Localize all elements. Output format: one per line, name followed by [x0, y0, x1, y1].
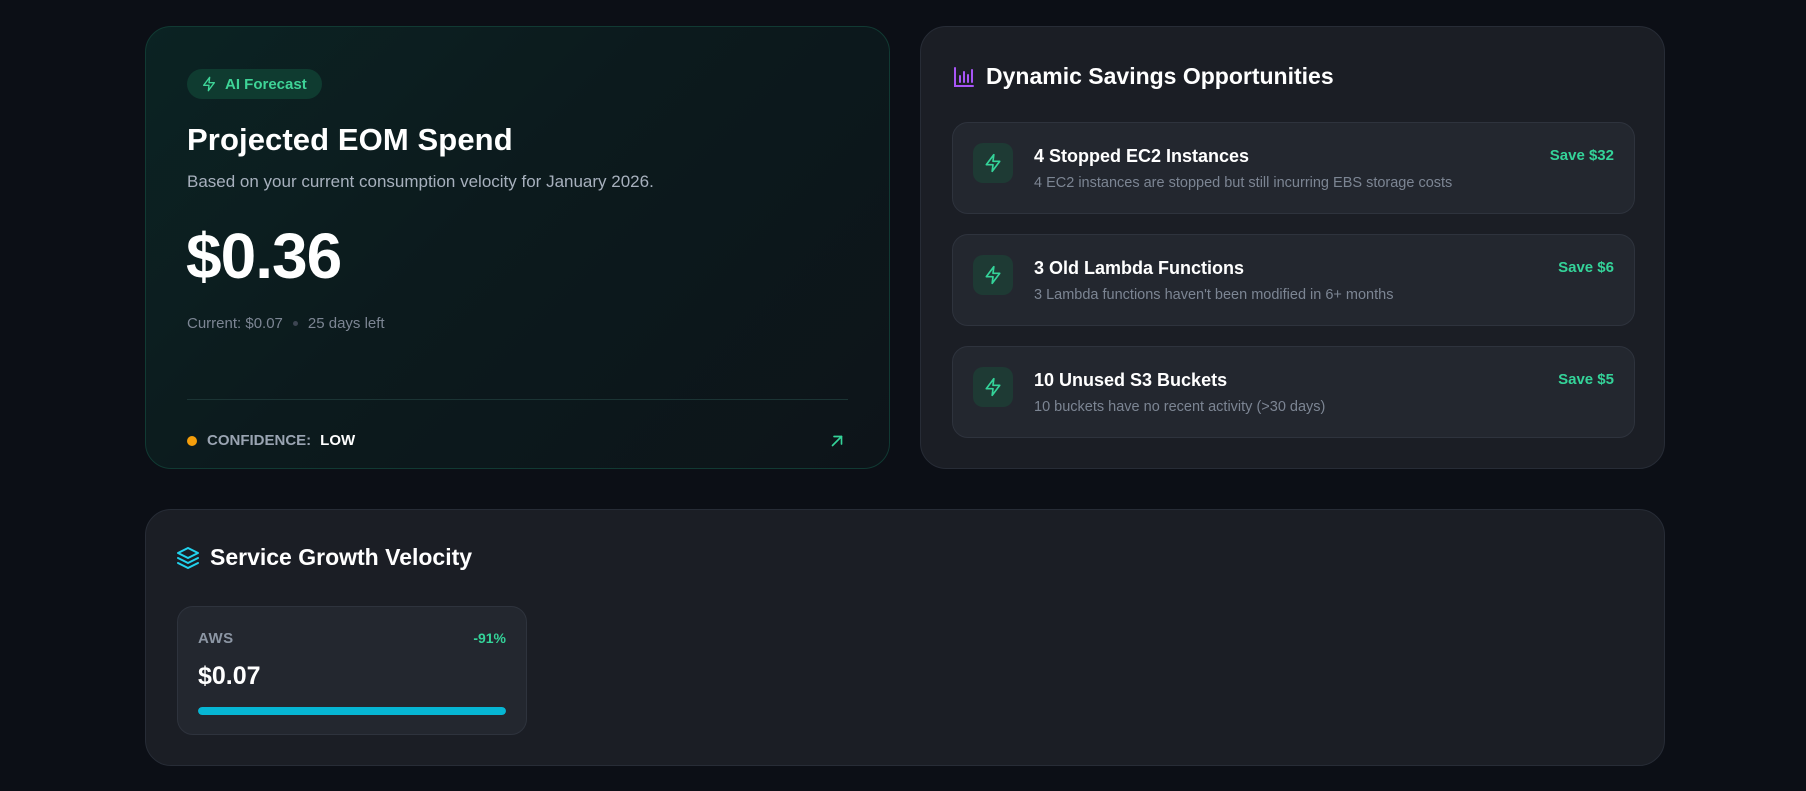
- confidence-label: CONFIDENCE:: [207, 432, 312, 449]
- service-change: -91%: [473, 630, 506, 646]
- forecast-meta: Current: $0.07 25 days left: [187, 315, 385, 332]
- forecast-card: AI Forecast Projected EOM Spend Based on…: [145, 26, 890, 469]
- layers-icon: [177, 546, 199, 569]
- service-name: AWS: [198, 630, 234, 647]
- confidence-value: LOW: [320, 432, 356, 449]
- dashboard-page: AI Forecast Projected EOM Spend Based on…: [0, 0, 1806, 791]
- opportunity-description: 3 Lambda functions haven't been modified…: [1034, 287, 1394, 303]
- opportunity-saving: Save $5: [1558, 371, 1614, 388]
- opportunity-saving: Save $6: [1558, 259, 1614, 276]
- service-tile-aws[interactable]: AWS -91% $0.07: [177, 606, 527, 735]
- service-growth-card: Service Growth Velocity AWS -91% $0.07: [145, 509, 1665, 766]
- service-amount: $0.07: [198, 662, 261, 690]
- opportunity-saving: Save $32: [1549, 147, 1614, 164]
- opportunity-description: 4 EC2 instances are stopped but still in…: [1034, 175, 1453, 191]
- projected-amount: $0.36: [186, 220, 342, 292]
- service-progress-track: [198, 707, 506, 715]
- confidence-status-dot: [187, 435, 197, 446]
- savings-item[interactable]: 4 Stopped EC2 Instances 4 EC2 instances …: [952, 122, 1635, 214]
- opportunity-icon-box: [973, 367, 1013, 407]
- arrow-up-right-icon: [831, 435, 843, 447]
- ai-forecast-badge-label: AI Forecast: [225, 75, 307, 93]
- confidence-indicator: CONFIDENCE: LOW: [187, 432, 355, 449]
- current-spend: Current: $0.07: [187, 315, 283, 332]
- opportunity-title: 10 Unused S3 Buckets: [1034, 370, 1228, 390]
- ai-forecast-badge: AI Forecast: [187, 69, 322, 99]
- opportunity-description: 10 buckets have no recent activity (>30 …: [1034, 399, 1326, 415]
- savings-item[interactable]: 3 Old Lambda Functions 3 Lambda function…: [952, 234, 1635, 326]
- bar-chart-icon: [954, 66, 974, 87]
- opportunity-title: 4 Stopped EC2 Instances: [1034, 146, 1250, 166]
- service-progress-fill: [198, 707, 506, 715]
- forecast-subtitle: Based on your current consumption veloci…: [187, 172, 654, 191]
- forecast-divider: [187, 399, 848, 400]
- opportunity-icon-box: [973, 143, 1013, 183]
- savings-title: Dynamic Savings Opportunities: [986, 63, 1334, 89]
- days-left: 25 days left: [307, 315, 385, 332]
- forecast-title: Projected EOM Spend: [187, 122, 513, 157]
- savings-list: 4 Stopped EC2 Instances 4 EC2 instances …: [952, 122, 1635, 458]
- opportunity-title: 3 Old Lambda Functions: [1034, 258, 1245, 278]
- forecast-details-link[interactable]: [827, 431, 847, 451]
- savings-item[interactable]: 10 Unused S3 Buckets 10 buckets have no …: [952, 346, 1635, 438]
- lightning-icon: [985, 153, 1001, 173]
- savings-header: Dynamic Savings Opportunities: [952, 63, 1334, 90]
- opportunity-icon-box: [973, 255, 1013, 295]
- lightning-icon: [203, 76, 215, 92]
- meta-separator-dot: [292, 321, 298, 326]
- lightning-icon: [985, 377, 1001, 397]
- savings-card: Dynamic Savings Opportunities 4 Stopped …: [920, 26, 1665, 469]
- growth-title: Service Growth Velocity: [210, 544, 473, 570]
- growth-header: Service Growth Velocity: [176, 544, 472, 571]
- lightning-icon: [985, 265, 1001, 285]
